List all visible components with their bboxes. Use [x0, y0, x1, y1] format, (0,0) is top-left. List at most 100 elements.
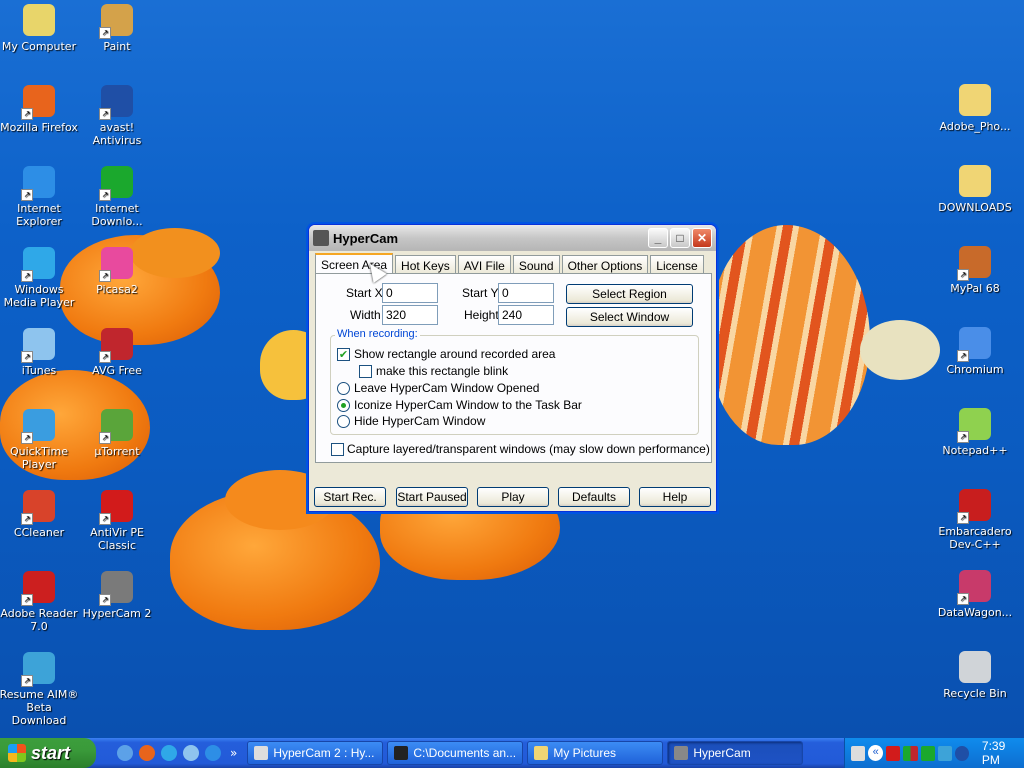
desktop-icon-datawagon[interactable]: DataWagon...	[935, 570, 1015, 619]
height-input[interactable]: 240	[498, 305, 554, 325]
windows-logo-icon	[8, 744, 26, 762]
desktop-icon-internet-explorer[interactable]: Internet Explorer	[0, 166, 79, 228]
desktop-icon-avast[interactable]: avast! Antivirus	[77, 85, 157, 147]
desktop-icon-hypercam[interactable]: HyperCam 2	[77, 571, 157, 620]
desktop-icon-zip-folder[interactable]: Adobe_Pho...	[935, 84, 1015, 133]
maximize-button[interactable]: □	[670, 228, 690, 248]
hide-window-radio[interactable]	[337, 415, 350, 428]
start-x-input[interactable]: 0	[382, 283, 438, 303]
show-rectangle-label: Show rectangle around recorded area	[354, 347, 556, 361]
desktop-icon-label: Mozilla Firefox	[0, 121, 78, 134]
tab-avi-file[interactable]: AVI File	[457, 255, 511, 273]
avast-tray-icon[interactable]	[954, 745, 969, 761]
desktop-icon-firefox[interactable]: Mozilla Firefox	[0, 85, 79, 134]
hypercam-task-icon	[674, 746, 689, 760]
desktop-icon-folder[interactable]: DOWNLOADS	[935, 165, 1015, 214]
desktop-icon-dev-cpp[interactable]: Embarcadero Dev-C++	[935, 489, 1015, 551]
tray-expand-chevron-icon[interactable]: «	[868, 745, 884, 761]
desktop-icon-adobe-reader[interactable]: Adobe Reader 7.0	[0, 571, 79, 633]
desktop-icon-label: Resume AIM® Beta Download	[0, 688, 79, 727]
chromium-icon	[957, 327, 991, 362]
width-input[interactable]: 320	[382, 305, 438, 325]
desktop-icon-label: iTunes	[21, 364, 57, 377]
quick-launch-overflow-chevron-icon[interactable]: »	[230, 746, 237, 760]
desktop-icon-label: µTorrent	[94, 445, 140, 458]
itunes-quicklaunch-icon[interactable]	[183, 745, 199, 761]
desktop-icon-utorrent[interactable]: µTorrent	[77, 409, 157, 458]
antivir-tray-icon[interactable]	[886, 745, 901, 761]
desktop-icon-my-computer[interactable]: My Computer	[0, 4, 79, 53]
tab-sound[interactable]: Sound	[512, 255, 560, 273]
task-label: HyperCam	[693, 746, 751, 760]
desktop-icon-internet-download-manager[interactable]: Internet Downlo...	[77, 166, 157, 228]
start-rec-button[interactable]: Start Rec.	[314, 487, 386, 507]
desktop-icon-label: Internet Explorer	[16, 202, 62, 228]
desktop-icon-label: MyPal 68	[950, 282, 1000, 295]
height-label: Height	[464, 308, 499, 322]
when-recording-group: When recording: ✔ Show rectangle around …	[330, 328, 699, 435]
leave-window-label: Leave HyperCam Window Opened	[354, 381, 540, 395]
start-paused-button[interactable]: Start Paused	[396, 487, 468, 507]
minimize-button[interactable]: _	[648, 228, 668, 248]
start-x-label: Start X	[346, 286, 383, 300]
play-button[interactable]: Play	[477, 487, 549, 507]
desktop-icon-picasa[interactable]: Picasa2	[77, 247, 157, 296]
desktop-icon-label: CCleaner	[13, 526, 65, 539]
iconize-window-radio[interactable]	[337, 399, 350, 412]
desktop-icon-windows-media-player[interactable]: Windows Media Player	[0, 247, 79, 309]
start-y-input[interactable]: 0	[498, 283, 554, 303]
desktop-icon-quicktime[interactable]: QuickTime Player	[0, 409, 79, 471]
desktop-icon-notepad-plus-plus[interactable]: Notepad++	[935, 408, 1015, 457]
clock[interactable]: 7:39 PM	[982, 739, 1024, 767]
desktop-icon-mypal[interactable]: MyPal 68	[935, 246, 1015, 295]
select-region-button[interactable]: Select Region	[566, 284, 693, 304]
close-button[interactable]: ✕	[692, 228, 712, 248]
desktop-icon-itunes[interactable]: iTunes	[0, 328, 79, 377]
ie-quicklaunch-icon[interactable]	[205, 745, 221, 761]
keyboard-tray-icon[interactable]	[851, 745, 866, 761]
task-documents[interactable]: C:\Documents an...	[387, 741, 524, 765]
adobe-reader-icon	[21, 571, 55, 606]
datawagon-icon	[957, 570, 991, 605]
desktop-icon-avg[interactable]: AVG Free	[77, 328, 157, 377]
desktop-icon-chromium[interactable]: Chromium	[935, 327, 1015, 376]
media-player-quicklaunch-icon[interactable]	[161, 745, 177, 761]
blink-rectangle-checkbox[interactable]	[359, 365, 372, 378]
desktop-icon-antivir[interactable]: AntiVir PE Classic	[77, 490, 157, 552]
defaults-button[interactable]: Defaults	[558, 487, 630, 507]
idm-tray-icon[interactable]	[920, 745, 935, 761]
desktop-icon-recycle-bin[interactable]: Recycle Bin	[935, 651, 1015, 700]
taskbar: start » HyperCam 2 : Hy... C:\Documents …	[0, 738, 1024, 768]
leave-window-radio[interactable]	[337, 382, 350, 395]
desktop-icon-ccleaner[interactable]: CCleaner	[0, 490, 79, 539]
desktop-icon-paint[interactable]: Paint	[77, 4, 157, 53]
aim-tray-icon[interactable]	[937, 745, 952, 761]
zip-folder-icon	[959, 84, 991, 116]
desktop-icon-label: Chromium	[946, 363, 1004, 376]
show-rectangle-checkbox[interactable]: ✔	[337, 348, 350, 361]
show-desktop-icon[interactable]	[117, 745, 133, 761]
capture-layered-checkbox[interactable]	[331, 443, 344, 456]
task-hypercam[interactable]: HyperCam	[667, 741, 804, 765]
avast-icon	[99, 85, 133, 120]
firefox-quicklaunch-icon[interactable]	[139, 745, 155, 761]
quick-launch	[114, 745, 224, 761]
when-recording-label: When recording:	[335, 328, 420, 340]
help-button[interactable]: Help	[639, 487, 711, 507]
task-my-pictures[interactable]: My Pictures	[527, 741, 664, 765]
desktop-icon-label: AntiVir PE Classic	[90, 526, 144, 552]
desktop-icon-label: Embarcadero Dev-C++	[938, 525, 1012, 551]
tab-hot-keys[interactable]: Hot Keys	[395, 255, 456, 273]
dev-cpp-icon	[957, 489, 991, 524]
avg-tray-icon[interactable]	[903, 745, 918, 761]
tab-other-options[interactable]: Other Options	[561, 255, 649, 273]
tab-license[interactable]: License	[650, 255, 704, 273]
desktop-icon-label: DOWNLOADS	[938, 201, 1012, 214]
start-button[interactable]: start	[0, 738, 96, 768]
window-titlebar[interactable]: HyperCam _ □ ✕	[309, 225, 716, 251]
width-label: Width	[350, 308, 381, 322]
desktop-icon-aim[interactable]: Resume AIM® Beta Download	[0, 652, 79, 727]
desktop-icon-label: Paint	[103, 40, 131, 53]
select-window-button[interactable]: Select Window	[566, 307, 693, 327]
task-hypercam-help[interactable]: HyperCam 2 : Hy...	[247, 741, 384, 765]
